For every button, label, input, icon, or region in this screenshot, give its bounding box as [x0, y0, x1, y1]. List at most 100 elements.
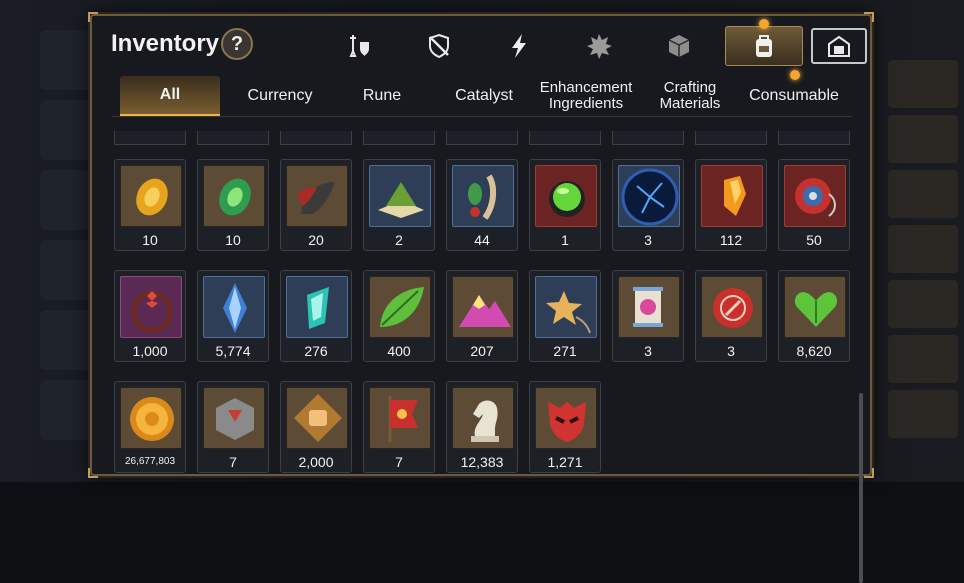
inventory-slot[interactable]: 3: [612, 270, 684, 362]
storage-icon[interactable]: [811, 28, 867, 64]
stone-box-icon: [203, 387, 265, 449]
star-amulet-icon: [535, 276, 597, 338]
green-heart-icon: [784, 276, 846, 338]
background-card: [888, 280, 958, 328]
tab-catalyst[interactable]: Catalyst: [434, 76, 534, 116]
tab-bar: All Currency Rune Catalyst Enhancement I…: [112, 76, 852, 116]
inventory-slot[interactable]: 207: [446, 270, 518, 362]
item-quantity: 10: [115, 232, 185, 248]
item-quantity: 20: [281, 232, 351, 248]
amber-crystal-icon: [701, 165, 763, 227]
tab-rune[interactable]: Rune: [332, 76, 432, 116]
cube-icon[interactable]: [657, 26, 701, 66]
item-quantity: 26,677,803: [115, 456, 185, 467]
item-quantity: 400: [364, 343, 434, 359]
tab-all[interactable]: All: [120, 76, 220, 116]
gold-stone-icon: [120, 165, 182, 227]
leaf-icon: [369, 276, 431, 338]
item-quantity: 1,000: [115, 343, 185, 359]
inventory-slot[interactable]: 10: [114, 159, 186, 251]
inventory-slot[interactable]: 44: [446, 159, 518, 251]
item-quantity: 3: [613, 232, 683, 248]
green-orb-icon: [535, 165, 597, 227]
inventory-slot[interactable]: 7: [197, 381, 269, 473]
inventory-slot[interactable]: 10: [197, 159, 269, 251]
inventory-slot[interactable]: 2,000: [280, 381, 352, 473]
partial-slot: [695, 131, 767, 145]
background-card: [888, 170, 958, 218]
blue-rune-orb-icon: [618, 165, 680, 227]
item-quantity: 7: [198, 454, 268, 470]
item-quantity: 1: [530, 232, 600, 248]
inventory-slot[interactable]: 400: [363, 270, 435, 362]
inventory-slot[interactable]: 20: [280, 159, 352, 251]
partial-slot: [612, 131, 684, 145]
inventory-slot[interactable]: 271: [529, 270, 601, 362]
partial-slot: [197, 131, 269, 145]
inventory-slot[interactable]: 2: [363, 159, 435, 251]
inventory-slot[interactable]: 26,677,803: [114, 381, 186, 473]
background-card: [888, 390, 958, 438]
inventory-slot[interactable]: 3: [695, 270, 767, 362]
item-quantity: 3: [696, 343, 766, 359]
item-quantity: 207: [447, 343, 517, 359]
page-title: Inventory: [111, 30, 219, 58]
scrollbar[interactable]: [859, 393, 863, 583]
background-card: [888, 60, 958, 108]
rune-burst-icon[interactable]: [577, 26, 621, 66]
inventory-slot[interactable]: 50: [778, 159, 850, 251]
help-button[interactable]: ?: [221, 28, 253, 60]
tab-divider: [112, 116, 852, 117]
inventory-slot[interactable]: 112: [695, 159, 767, 251]
partial-slot: [114, 131, 186, 145]
inventory-slot[interactable]: 276: [280, 270, 352, 362]
partial-slot: [280, 131, 352, 145]
clover-ring-icon: [120, 276, 182, 338]
panel-corner: [864, 12, 874, 22]
lightning-icon[interactable]: [497, 26, 541, 66]
panel-corner: [88, 12, 98, 22]
tab-consumable[interactable]: Consumable: [742, 76, 846, 116]
item-quantity: 2: [364, 232, 434, 248]
background-card: [888, 335, 958, 383]
item-quantity: 12,383: [447, 454, 517, 470]
item-quantity: 112: [696, 232, 766, 248]
item-quantity: 5,774: [198, 343, 268, 359]
item-quantity: 276: [281, 343, 351, 359]
inventory-slot[interactable]: 3: [612, 159, 684, 251]
beast-claw-icon: [286, 165, 348, 227]
shield-off-icon[interactable]: [417, 26, 461, 66]
tab-enhancement-ingredients[interactable]: Enhancement Ingredients: [536, 76, 636, 116]
item-quantity: 271: [530, 343, 600, 359]
tab-crafting-materials[interactable]: Crafting Materials: [648, 76, 732, 116]
equipment-icon[interactable]: [337, 26, 381, 66]
tab-currency[interactable]: Currency: [230, 76, 330, 116]
tab-consumable-label: Consumable: [749, 88, 839, 104]
inventory-slot[interactable]: 1,000: [114, 270, 186, 362]
backpack-icon[interactable]: [725, 26, 803, 66]
inventory-slot[interactable]: 5,774: [197, 270, 269, 362]
panel-corner: [88, 468, 98, 478]
item-quantity: 50: [779, 232, 849, 248]
red-mask-icon: [535, 387, 597, 449]
inventory-slot[interactable]: 1: [529, 159, 601, 251]
item-quantity: 2,000: [281, 454, 351, 470]
inventory-slot[interactable]: 7: [363, 381, 435, 473]
green-stone-icon: [203, 165, 265, 227]
notification-dot: [759, 19, 769, 29]
inventory-slot[interactable]: 12,383: [446, 381, 518, 473]
inventory-slot[interactable]: 1,271: [529, 381, 601, 473]
notification-dot: [790, 70, 800, 80]
item-quantity: 1,271: [530, 454, 600, 470]
partial-slot: [363, 131, 435, 145]
blue-crystal-icon: [203, 276, 265, 338]
item-quantity: 10: [198, 232, 268, 248]
partial-slot: [529, 131, 601, 145]
inventory-grid: 10102024413112501,0005,77427640020727133…: [112, 143, 852, 473]
green-mound-icon: [369, 165, 431, 227]
category-icon-bar: [337, 26, 857, 66]
inventory-slot[interactable]: 8,620: [778, 270, 850, 362]
chess-knight-icon: [452, 387, 514, 449]
item-quantity: 8,620: [779, 343, 849, 359]
background-card: [888, 225, 958, 273]
